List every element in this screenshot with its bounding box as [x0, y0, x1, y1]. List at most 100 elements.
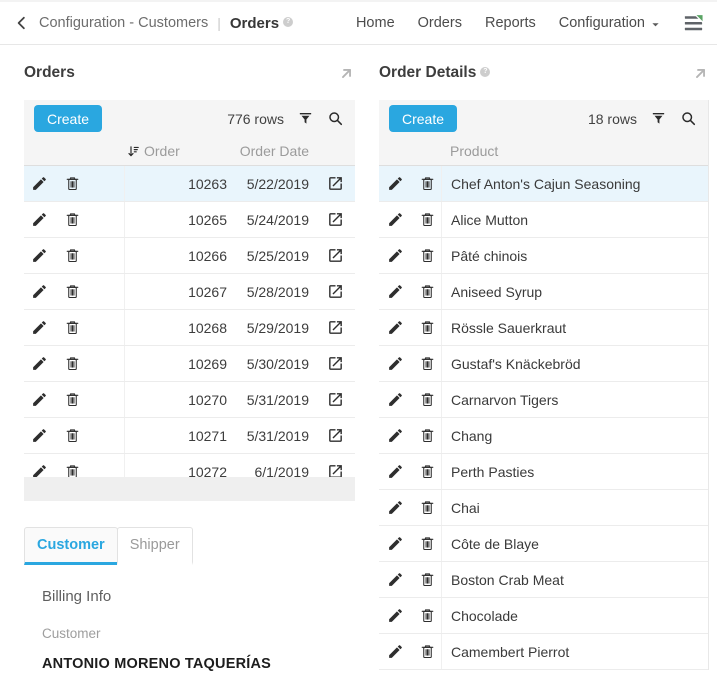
edit-icon[interactable] — [387, 175, 404, 192]
edit-icon[interactable] — [31, 247, 48, 264]
delete-icon[interactable] — [419, 391, 436, 408]
edit-icon[interactable] — [387, 499, 404, 516]
order-row[interactable]: 102665/25/2019 — [24, 238, 355, 274]
product-row[interactable]: Carnarvon Tigers — [379, 382, 708, 418]
delete-icon[interactable] — [64, 283, 81, 300]
delete-icon[interactable] — [64, 427, 81, 444]
product-row[interactable]: Chai — [379, 490, 708, 526]
edit-icon[interactable] — [387, 211, 404, 228]
nav-reports[interactable]: Reports — [485, 15, 536, 31]
orders-filter-icon[interactable] — [297, 110, 314, 127]
edit-icon[interactable] — [387, 427, 404, 444]
orders-search-icon[interactable] — [327, 110, 344, 127]
app-menu-icon[interactable] — [682, 12, 705, 35]
edit-icon[interactable] — [387, 643, 404, 660]
open-record-icon[interactable] — [327, 463, 344, 477]
tab-shipper[interactable]: Shipper — [117, 527, 193, 565]
edit-icon[interactable] — [31, 427, 48, 444]
expand-orders-icon[interactable] — [338, 65, 355, 82]
edit-icon[interactable] — [31, 391, 48, 408]
delete-icon[interactable] — [64, 175, 81, 192]
product-row[interactable]: Chang — [379, 418, 708, 454]
edit-icon[interactable] — [387, 571, 404, 588]
product-row[interactable]: Aniseed Syrup — [379, 274, 708, 310]
tab-customer[interactable]: Customer — [24, 527, 118, 565]
product-row[interactable]: Alice Mutton — [379, 202, 708, 238]
nav-home[interactable]: Home — [356, 15, 395, 31]
edit-icon[interactable] — [387, 607, 404, 624]
order-row[interactable]: 102695/30/2019 — [24, 346, 355, 382]
delete-icon[interactable] — [64, 355, 81, 372]
product-row[interactable]: Boston Crab Meat — [379, 562, 708, 598]
edit-icon[interactable] — [31, 211, 48, 228]
edit-icon[interactable] — [387, 535, 404, 552]
order-row[interactable]: 102685/29/2019 — [24, 310, 355, 346]
delete-icon[interactable] — [64, 319, 81, 336]
delete-icon[interactable] — [419, 355, 436, 372]
nav-orders[interactable]: Orders — [418, 15, 462, 31]
expand-order-details-icon[interactable] — [692, 65, 709, 82]
edit-icon[interactable] — [387, 391, 404, 408]
open-record-icon[interactable] — [327, 391, 344, 408]
open-record-icon[interactable] — [327, 211, 344, 228]
edit-icon[interactable] — [387, 355, 404, 372]
product-row[interactable]: Rössle Sauerkraut — [379, 310, 708, 346]
order-row[interactable]: 102675/28/2019 — [24, 274, 355, 310]
back-icon[interactable] — [13, 14, 31, 32]
delete-icon[interactable] — [419, 499, 436, 516]
edit-icon[interactable] — [31, 175, 48, 192]
delete-icon[interactable] — [419, 319, 436, 336]
edit-icon[interactable] — [31, 355, 48, 372]
open-record-icon[interactable] — [327, 247, 344, 264]
edit-icon[interactable] — [387, 319, 404, 336]
order-row[interactable]: 102635/22/2019 — [24, 166, 355, 202]
delete-icon[interactable] — [419, 607, 436, 624]
product-row[interactable]: Chocolade — [379, 598, 708, 634]
order-details-col-product[interactable]: Product — [442, 143, 708, 159]
orders-col-order[interactable]: Order — [144, 143, 180, 159]
product-row[interactable]: Camembert Pierrot — [379, 634, 708, 670]
open-record-icon[interactable] — [327, 427, 344, 444]
delete-icon[interactable] — [64, 391, 81, 408]
product-row[interactable]: Gustaf's Knäckebröd — [379, 346, 708, 382]
edit-icon[interactable] — [387, 283, 404, 300]
product-row[interactable]: Pâté chinois — [379, 238, 708, 274]
product-row[interactable]: Perth Pasties — [379, 454, 708, 490]
orders-create-button[interactable]: Create — [34, 105, 102, 132]
order-details-create-button[interactable]: Create — [389, 105, 457, 132]
chevron-down-icon[interactable] — [648, 17, 663, 32]
help-icon[interactable]: ? — [283, 17, 293, 27]
delete-icon[interactable] — [64, 247, 81, 264]
delete-icon[interactable] — [419, 571, 436, 588]
order-row[interactable]: 102655/24/2019 — [24, 202, 355, 238]
order-details-help-icon[interactable]: ? — [480, 67, 490, 77]
order-row[interactable]: 102715/31/2019 — [24, 418, 355, 454]
delete-icon[interactable] — [419, 463, 436, 480]
delete-icon[interactable] — [419, 247, 436, 264]
edit-icon[interactable] — [31, 463, 48, 477]
sort-icon[interactable] — [126, 144, 141, 159]
edit-icon[interactable] — [387, 247, 404, 264]
breadcrumb-parent[interactable]: Configuration - Customers — [39, 15, 208, 31]
delete-icon[interactable] — [419, 643, 436, 660]
delete-icon[interactable] — [64, 211, 81, 228]
edit-icon[interactable] — [31, 319, 48, 336]
order-row[interactable]: 102726/1/2019 — [24, 454, 355, 477]
nav-configuration[interactable]: Configuration — [559, 15, 663, 32]
order-row[interactable]: 102705/31/2019 — [24, 382, 355, 418]
orders-col-date[interactable]: Order Date — [235, 143, 315, 159]
open-record-icon[interactable] — [327, 283, 344, 300]
delete-icon[interactable] — [419, 211, 436, 228]
order-details-search-icon[interactable] — [680, 110, 697, 127]
delete-icon[interactable] — [419, 427, 436, 444]
product-row[interactable]: Côte de Blaye — [379, 526, 708, 562]
delete-icon[interactable] — [419, 535, 436, 552]
edit-icon[interactable] — [31, 283, 48, 300]
delete-icon[interactable] — [64, 463, 81, 477]
delete-icon[interactable] — [419, 283, 436, 300]
product-row[interactable]: Chef Anton's Cajun Seasoning — [379, 166, 708, 202]
open-record-icon[interactable] — [327, 355, 344, 372]
delete-icon[interactable] — [419, 175, 436, 192]
open-record-icon[interactable] — [327, 319, 344, 336]
edit-icon[interactable] — [387, 463, 404, 480]
